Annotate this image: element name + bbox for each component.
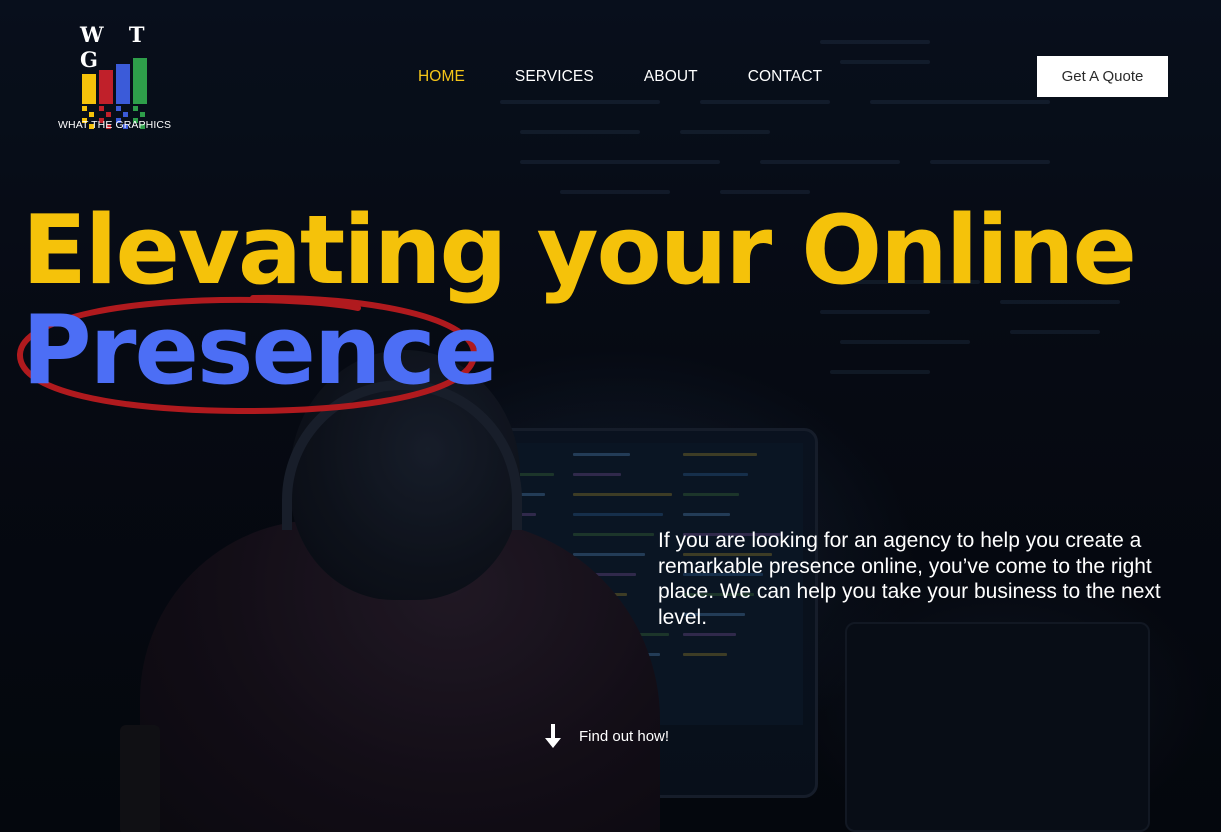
get-a-quote-button[interactable]: Get A Quote [1037, 56, 1168, 97]
main-nav: HOME SERVICES ABOUT CONTACT [418, 68, 872, 86]
nav-contact[interactable]: CONTACT [748, 68, 822, 86]
site-logo[interactable]: W T G WHAT THE GRAPHICS [58, 22, 173, 134]
logo-subtitle: WHAT THE GRAPHICS [58, 119, 172, 131]
nav-about[interactable]: ABOUT [644, 68, 698, 86]
hero-description: If you are looking for an agency to help… [658, 529, 1161, 629]
nav-services[interactable]: SERVICES [515, 68, 594, 86]
find-out-link[interactable]: Find out how! [543, 722, 669, 750]
arrow-down-icon [545, 724, 561, 748]
nav-home[interactable]: HOME [418, 68, 465, 86]
find-out-label: Find out how! [579, 727, 670, 745]
hero-heading-line2: Presence [22, 296, 498, 406]
